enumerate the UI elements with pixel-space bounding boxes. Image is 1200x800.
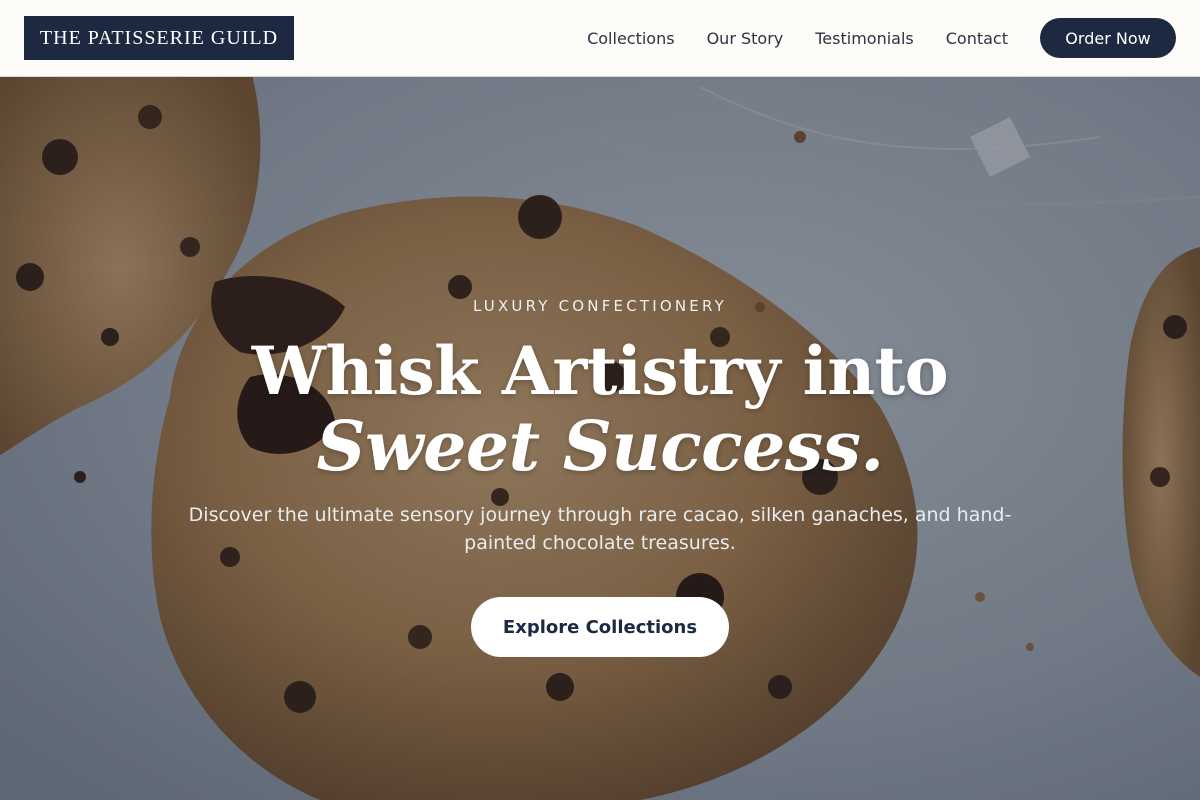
- site-header: THE PATISSERIE GUILD Collections Our Sto…: [0, 0, 1200, 77]
- hero-section: LUXURY CONFECTIONERY Whisk Artistry into…: [0, 77, 1200, 800]
- hero-subtitle: Discover the ultimate sensory journey th…: [188, 504, 1012, 554]
- nav-link-collections[interactable]: Collections: [587, 29, 674, 48]
- hero-headline-line2: Sweet Success.: [316, 407, 884, 487]
- nav-link-contact[interactable]: Contact: [946, 29, 1008, 48]
- hero-headline-line1: Whisk Artistry into: [251, 332, 949, 410]
- main-nav: Collections Our Story Testimonials Conta…: [587, 0, 1176, 76]
- brand-logo[interactable]: THE PATISSERIE GUILD: [24, 16, 294, 60]
- hero-eyebrow: LUXURY CONFECTIONERY: [472, 297, 728, 315]
- nav-link-testimonials[interactable]: Testimonials: [815, 29, 914, 48]
- explore-collections-button[interactable]: Explore Collections: [471, 597, 729, 657]
- landing-page: THE PATISSERIE GUILD Collections Our Sto…: [0, 0, 1200, 800]
- nav-link-our-story[interactable]: Our Story: [707, 29, 784, 48]
- order-now-button[interactable]: Order Now: [1040, 18, 1176, 58]
